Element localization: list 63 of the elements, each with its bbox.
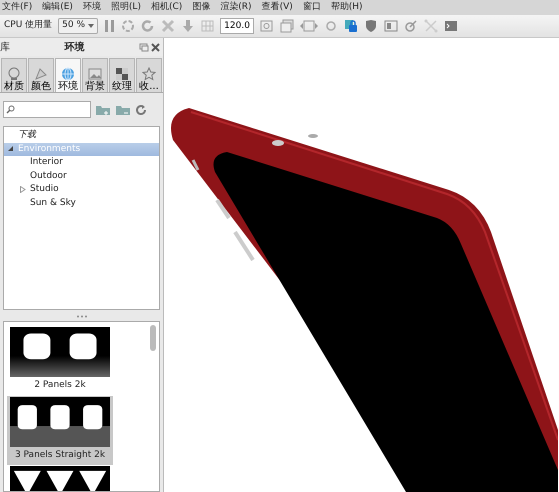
cpu-usage-label: CPU 使用量	[4, 19, 52, 32]
paint-icon	[34, 67, 48, 81]
lock-icon[interactable]	[344, 19, 358, 33]
tree-item[interactable]: Interior	[4, 156, 159, 170]
size-field[interactable]: 120.0	[220, 18, 254, 34]
panel-tab[interactable]: 收...	[136, 58, 162, 92]
shield-icon[interactable]	[364, 19, 378, 33]
curve-icon[interactable]	[404, 19, 418, 33]
menu-item[interactable]: 相机(C)	[150, 0, 182, 14]
checker-icon	[115, 67, 129, 81]
panel-tab[interactable]: 库	[0, 40, 10, 54]
menu-item[interactable]: 编辑(E)	[42, 0, 73, 14]
panel-tab[interactable]: 背景	[82, 58, 108, 92]
panel-title: 环境	[64, 40, 84, 54]
tree-item[interactable]: Studio	[4, 183, 159, 196]
tree-item[interactable]: Outdoor	[4, 170, 159, 183]
panel-tab[interactable]: 环境	[55, 58, 81, 92]
sphere-icon	[7, 67, 21, 81]
cycle-icon[interactable]	[121, 19, 136, 33]
scrollbar-thumb[interactable]	[150, 325, 156, 351]
panel-tab[interactable]: 材质	[1, 58, 27, 92]
thumbnail-label: 2 Panels 2k	[34, 379, 86, 392]
console-icon[interactable]	[444, 19, 458, 33]
menu-item[interactable]: 窗口	[302, 0, 321, 14]
menu-item[interactable]: 图像	[192, 0, 210, 14]
menu-item[interactable]: 查看(V)	[262, 0, 293, 14]
nodes-icon[interactable]	[424, 19, 438, 33]
close-icon[interactable]	[151, 42, 160, 52]
float-icon[interactable]	[138, 42, 149, 52]
menu-item[interactable]: 照明(L)	[110, 0, 141, 14]
tree-item[interactable]: Sun & Sky	[4, 196, 159, 210]
thumbnail-label: 3 Panels Straight 2k	[14, 448, 106, 462]
menu-item[interactable]: 环境	[82, 0, 101, 14]
down-arrow-icon[interactable]	[181, 19, 196, 33]
tree-item[interactable]: 下载	[4, 129, 159, 142]
menu-item[interactable]: 文件(F)	[2, 0, 32, 14]
menu-item[interactable]: 渲染(R)	[220, 0, 252, 14]
hdri-thumbnail[interactable]: 2 Panels 2k	[7, 326, 113, 396]
menu-item[interactable]: 帮助(H)	[330, 0, 363, 14]
folder-remove-icon[interactable]	[115, 103, 131, 116]
caret-icon	[88, 24, 94, 28]
hdri-thumbnail[interactable]: 3 Panels Straight 2k	[7, 396, 113, 465]
refresh-icon[interactable]	[135, 104, 147, 116]
splitter-handle-icon[interactable]	[76, 315, 88, 318]
panel-tab[interactable]: 颜色	[28, 58, 54, 92]
globe-icon	[61, 67, 75, 81]
panel-tab[interactable]: 纹理	[109, 58, 135, 92]
panel-icon[interactable]	[384, 19, 398, 33]
folder-add-icon[interactable]	[95, 103, 111, 116]
camera-stack-icon[interactable]	[280, 19, 294, 33]
rotate-icon[interactable]	[324, 19, 338, 33]
picture-icon	[88, 67, 102, 81]
pause-icon[interactable]	[104, 19, 116, 33]
grid-icon[interactable]	[201, 19, 214, 33]
collapsed-arrow-icon[interactable]	[20, 186, 26, 194]
camera-switch-icon[interactable]	[300, 19, 318, 33]
star-icon	[142, 67, 156, 81]
tree-item-label: 下载	[18, 129, 36, 142]
search-field[interactable]	[3, 101, 91, 118]
cpu-usage-select[interactable]: 50 %	[58, 18, 98, 34]
search-icon	[6, 105, 15, 114]
expanded-arrow-icon[interactable]	[8, 146, 14, 152]
refresh-icon[interactable]	[141, 19, 156, 33]
